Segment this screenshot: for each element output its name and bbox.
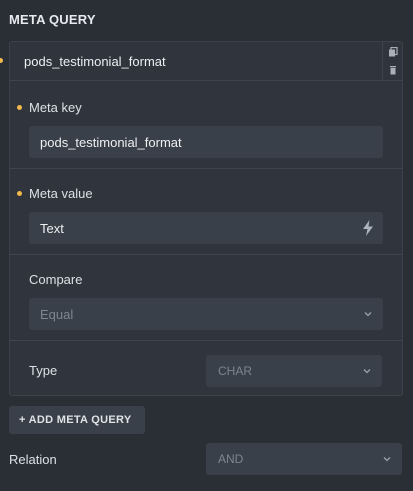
- panel-title: META QUERY: [9, 12, 96, 27]
- chevron-down-icon: [364, 312, 372, 317]
- copy-icon[interactable]: [388, 47, 398, 57]
- meta-query-item-header[interactable]: pods_testimonial_format: [10, 42, 402, 81]
- meta-key-input[interactable]: pods_testimonial_format: [29, 126, 383, 158]
- meta-query-item: pods_testimonial_format Meta key pods_te…: [9, 41, 403, 396]
- meta-key-section: Meta key pods_testimonial_format: [10, 81, 402, 169]
- meta-key-label: Meta key: [29, 100, 82, 115]
- compare-section: Compare Equal: [10, 255, 402, 341]
- compare-value: Equal: [40, 307, 74, 322]
- relation-label: Relation: [9, 452, 57, 467]
- trash-icon[interactable]: [388, 65, 398, 75]
- type-select[interactable]: CHAR: [206, 355, 382, 387]
- chevron-down-icon: [383, 457, 391, 462]
- meta-value-section: Meta value Text: [10, 169, 402, 255]
- type-value: CHAR: [218, 364, 253, 378]
- add-meta-query-button[interactable]: + ADD META QUERY: [9, 406, 145, 434]
- item-actions: [382, 42, 402, 81]
- meta-value-text: Text: [40, 221, 64, 236]
- relation-value: AND: [218, 452, 244, 466]
- meta-value-label: Meta value: [29, 186, 93, 201]
- meta-value-input[interactable]: Text: [29, 212, 383, 244]
- relation-select[interactable]: AND: [206, 443, 402, 475]
- required-indicator: [17, 105, 22, 110]
- meta-query-item-title: pods_testimonial_format: [24, 54, 166, 69]
- type-section: Type CHAR: [10, 341, 402, 396]
- chevron-down-icon: [363, 369, 371, 374]
- required-indicator: [0, 58, 3, 63]
- compare-select[interactable]: Equal: [29, 298, 383, 330]
- required-indicator: [17, 191, 22, 196]
- bolt-icon[interactable]: [362, 220, 374, 236]
- type-label: Type: [29, 363, 58, 378]
- compare-label: Compare: [29, 272, 83, 287]
